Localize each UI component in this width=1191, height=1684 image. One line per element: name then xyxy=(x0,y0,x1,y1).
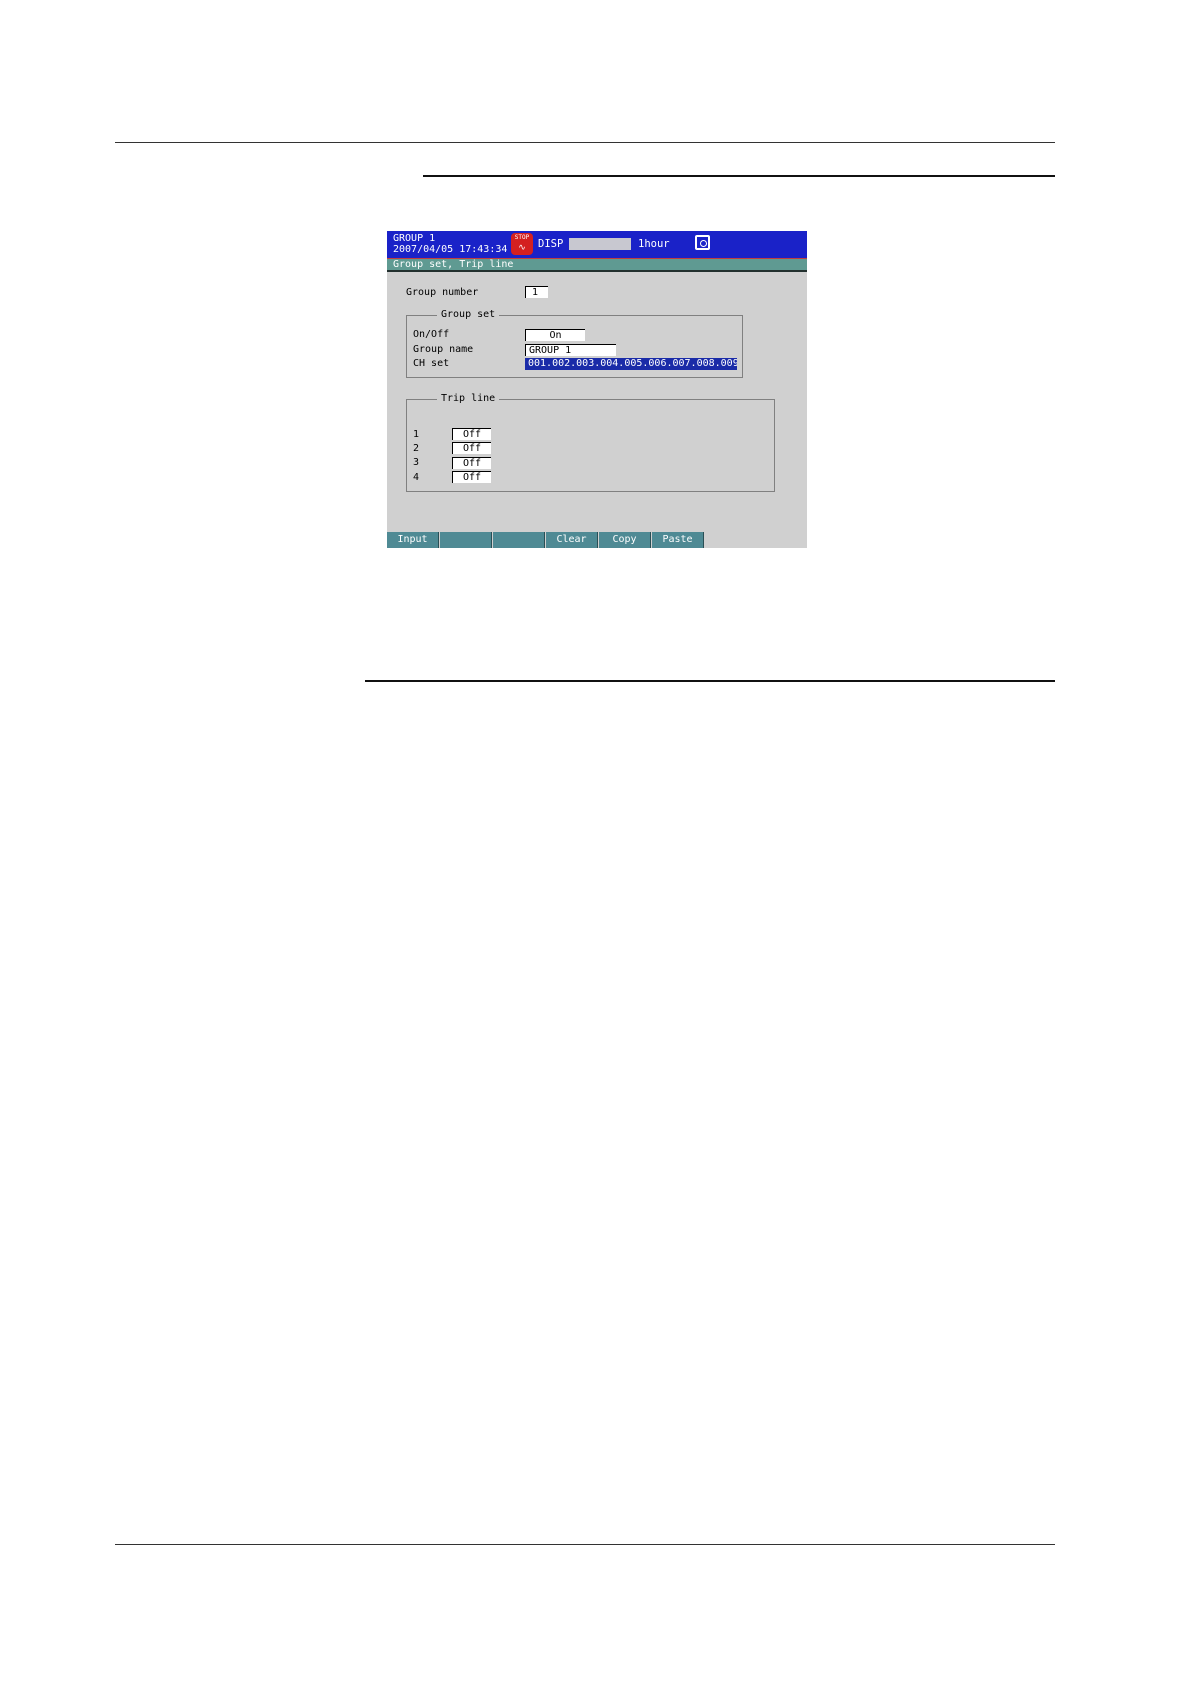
disp-label: DISP xyxy=(538,238,564,250)
on-off-label: On/Off xyxy=(413,329,450,340)
disp-indicator xyxy=(569,238,631,250)
stop-icon-text: STOP xyxy=(514,234,530,241)
status-bar: GROUP 1 2007/04/05 17:43:34 STOP ∿ DISP … xyxy=(387,231,807,258)
section-rule-lower xyxy=(365,680,1055,682)
trip-line-3-field[interactable]: Off xyxy=(452,457,491,469)
trip-line-3-label: 3 xyxy=(413,457,420,468)
clear-soft-key[interactable]: Clear xyxy=(546,532,598,548)
trip-line-2-field[interactable]: Off xyxy=(452,442,491,454)
copy-soft-key[interactable]: Copy xyxy=(599,532,651,548)
group-number-label: Group number xyxy=(406,287,479,298)
time-span: 1hour xyxy=(638,238,670,250)
stop-icon: STOP ∿ xyxy=(511,233,533,255)
on-off-field[interactable]: On xyxy=(525,329,585,341)
menu-title: Group set, Trip line xyxy=(387,259,807,270)
input-soft-key[interactable]: Input xyxy=(387,532,439,548)
memory-icon xyxy=(695,235,710,250)
group-name-field[interactable]: GROUP 1 xyxy=(525,344,616,356)
trip-line-legend: Trip line xyxy=(437,393,500,405)
soft-key-bar: Input Clear Copy Paste xyxy=(387,532,807,548)
group-display-name: GROUP 1 xyxy=(393,233,436,244)
trip-line-1-field[interactable]: Off xyxy=(452,428,491,440)
group-number-field[interactable]: 1 xyxy=(525,286,548,298)
title-divider xyxy=(387,270,807,272)
paste-soft-key[interactable]: Paste xyxy=(652,532,704,548)
section-rule xyxy=(423,175,1055,177)
trip-line-2-label: 2 xyxy=(413,443,420,454)
status-title: GROUP 1 2007/04/05 17:43:34 xyxy=(393,233,507,255)
trip-line-4-field[interactable]: Off xyxy=(452,471,491,483)
wave-icon: ∿ xyxy=(518,243,526,253)
blank-soft-key-3[interactable] xyxy=(493,532,545,548)
trip-line-4-label: 4 xyxy=(413,472,420,483)
recorder-screen: GROUP 1 2007/04/05 17:43:34 STOP ∿ DISP … xyxy=(387,231,807,548)
page-top-rule xyxy=(115,142,1055,143)
ch-set-field[interactable]: 001.002.003.004.005.006.007.008.009.010 xyxy=(525,358,737,370)
group-name-label: Group name xyxy=(413,344,474,355)
blank-soft-key-2[interactable] xyxy=(440,532,492,548)
datetime: 2007/04/05 17:43:34 xyxy=(393,244,508,255)
ch-set-label: CH set xyxy=(413,358,450,369)
page-bottom-rule xyxy=(115,1544,1055,1545)
group-set-legend: Group set xyxy=(437,309,500,321)
trip-line-1-label: 1 xyxy=(413,429,420,440)
